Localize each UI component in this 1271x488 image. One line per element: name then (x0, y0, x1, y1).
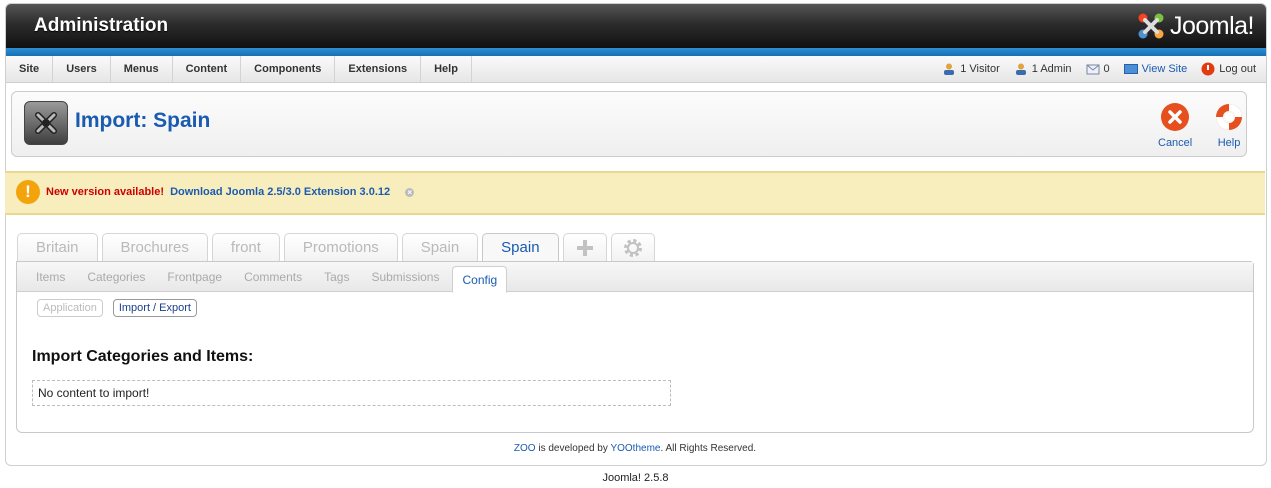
app-tab-spain-active[interactable]: Spain (482, 233, 559, 263)
download-update-link[interactable]: Download Joomla 2.5/3.0 Extension 3.0.12 (170, 186, 390, 198)
tab-comments[interactable]: Comments (235, 262, 311, 291)
visitors-count: 1 Visitor (960, 63, 1000, 75)
view-site-status[interactable]: View Site (1123, 63, 1188, 75)
admin-title: Administration (34, 15, 169, 36)
notice-message: New version available! Download Joomla 2… (46, 186, 415, 198)
cancel-icon (1161, 103, 1190, 131)
status-area: 1 Visitor 1 Admin 0 View Site Log out (928, 56, 1256, 82)
logout-link[interactable]: Log out (1219, 63, 1256, 75)
pill-application[interactable]: Application (37, 299, 103, 317)
warning-icon: ! (16, 180, 40, 204)
tab-tags[interactable]: Tags (315, 262, 358, 291)
menu-users[interactable]: Users (53, 56, 111, 82)
tab-frontpage[interactable]: Frontpage (158, 262, 231, 291)
gear-icon (623, 239, 642, 257)
empty-import-message: No content to import! (32, 380, 671, 406)
admins-status: 1 Admin (1014, 63, 1072, 75)
notice-prefix: New version available! (46, 186, 164, 198)
cancel-label: Cancel (1158, 137, 1193, 149)
menu-help[interactable]: Help (421, 56, 472, 82)
admin-user-icon (1015, 63, 1026, 75)
section-tab-row: Items Categories Frontpage Comments Tags… (27, 262, 511, 293)
app-tab-britain[interactable]: Britain (17, 233, 98, 262)
messages-status[interactable]: 0 (1086, 63, 1110, 75)
joomla-version: Joomla! 2.5.8 (602, 472, 669, 484)
section-tabs: Items Categories Frontpage Comments Tags… (17, 262, 1253, 293)
app-tab-promotions[interactable]: Promotions (283, 233, 398, 262)
menu-site[interactable]: Site (6, 56, 54, 82)
cancel-button[interactable]: Cancel (1158, 102, 1192, 149)
pill-import-export[interactable]: Import / Export (112, 299, 197, 317)
power-icon (1201, 62, 1215, 76)
menu-content[interactable]: Content (173, 56, 242, 82)
monitor-icon (1123, 64, 1138, 74)
close-icon[interactable]: × (405, 187, 415, 197)
credits-footer: ZOO is developed by YOOtheme. All Rights… (5, 443, 1265, 454)
plus-icon (576, 240, 593, 256)
joomla-mark-icon (35, 112, 57, 134)
logo-text: Joomla! (1169, 11, 1255, 40)
zoo-link[interactable]: ZOO (514, 443, 536, 454)
header-bar: Administration Joomla! (6, 4, 1266, 48)
menu-extensions[interactable]: Extensions (335, 56, 422, 82)
help-button[interactable]: Help (1214, 102, 1244, 149)
view-site-link[interactable]: View Site (1142, 63, 1188, 75)
user-icon (944, 63, 955, 75)
app-tab-front[interactable]: front (211, 233, 280, 262)
tab-submissions[interactable]: Submissions (362, 262, 448, 291)
zoo-app-icon (24, 101, 68, 145)
footer-end-text: . All Rights Reserved. (660, 443, 757, 454)
menu-items: Site Users Menus Content Components Exte… (6, 56, 472, 82)
menu-menus[interactable]: Menus (111, 56, 173, 82)
yootheme-link[interactable]: YOOtheme (610, 443, 660, 454)
import-section-title: Import Categories and Items: (32, 348, 254, 365)
lifebuoy-icon (1216, 104, 1242, 130)
messages-count: 0 (1103, 63, 1110, 75)
app-tab-spain-inactive[interactable]: Spain (401, 233, 479, 262)
page-title: Import: Spain (75, 109, 211, 132)
logout-status[interactable]: Log out (1201, 62, 1256, 76)
joomla-logo: Joomla! (1136, 10, 1255, 42)
tab-categories[interactable]: Categories (78, 262, 154, 291)
tab-config[interactable]: Config (452, 266, 508, 293)
header-accent (6, 48, 1266, 56)
application-tabs: Britain Brochures front Promotions Spain… (17, 233, 659, 263)
admins-count: 1 Admin (1031, 63, 1072, 75)
footer-middle-text: is developed by (535, 443, 611, 454)
app-tab-brochures[interactable]: Brochures (101, 233, 208, 262)
tab-items[interactable]: Items (27, 262, 74, 291)
add-app-tab[interactable] (562, 233, 607, 262)
joomla-logo-icon (1138, 13, 1164, 39)
config-subnav: Application Import / Export (37, 299, 207, 317)
update-notice: ! New version available! Download Joomla… (5, 171, 1265, 215)
page-toolbar: Import: Spain Cancel Help (11, 91, 1247, 157)
help-label: Help (1217, 137, 1241, 149)
app-panel: Items Categories Frontpage Comments Tags… (16, 261, 1254, 433)
main-menu: Site Users Menus Content Components Exte… (6, 56, 1266, 83)
visitors-status: 1 Visitor (942, 63, 1000, 75)
settings-app-tab[interactable] (610, 233, 655, 262)
menu-components[interactable]: Components (241, 56, 336, 82)
mail-icon (1086, 64, 1100, 75)
